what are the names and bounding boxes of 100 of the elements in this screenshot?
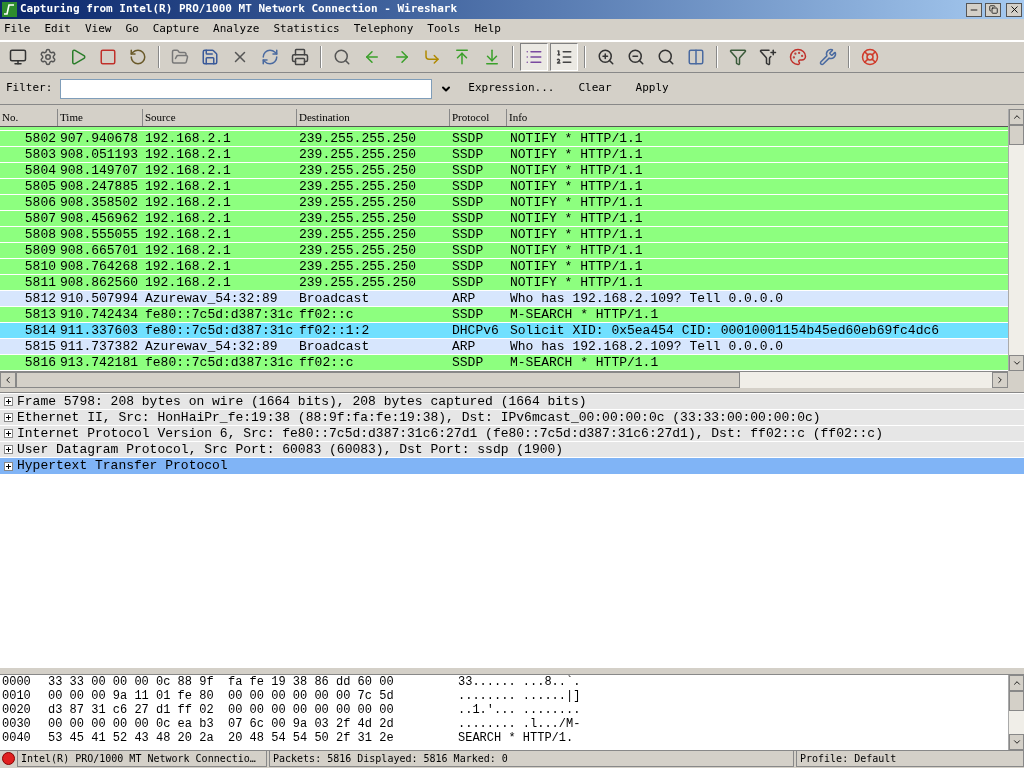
- menu-item[interactable]: Go: [125, 21, 139, 38]
- table-cell-text: SSDP: [451, 209, 485, 228]
- table-cell-text: SSDP: [451, 161, 485, 180]
- column-header[interactable]: Destination: [297, 109, 450, 126]
- hex-offset: 0010: [2, 689, 32, 703]
- expand-icon[interactable]: [4, 429, 13, 438]
- table-cell-text: 5812: [23, 289, 57, 308]
- ascii-text: SEARCH * HTTP/1.: [458, 731, 574, 745]
- packet-row[interactable]: 5813 910.742434 fe80::7c5d:d387:31c ff02::c SSDP M-SEARCH * HTTP/1.1: [0, 307, 1008, 323]
- table-cell-text: 910.742434: [59, 305, 139, 324]
- packet-row[interactable]: 5807 908.456962 192.168.2.1 239.255.255.250 SSDP NOTIFY * HTTP/1.1: [0, 211, 1008, 227]
- toolbar-button[interactable]: [550, 43, 578, 71]
- expand-icon[interactable]: [4, 445, 13, 454]
- column-header[interactable]: Info: [507, 109, 1008, 126]
- column-header[interactable]: Protocol: [450, 109, 507, 126]
- scrollbar[interactable]: [1008, 109, 1024, 371]
- menu-item[interactable]: Capture: [152, 21, 200, 38]
- table-cell-text: 192.168.2.1: [144, 193, 232, 212]
- hex-bytes: 00 00 00 9a 11 01 fe 80: [48, 689, 215, 703]
- packet-row[interactable]: 5812 910.507994 Azurewav_54:32:89 Broadcast ARP Who has 192.168.2.109? Tell 0.0.0.0: [0, 291, 1008, 307]
- hex-bytes: d3 87 31 c6 27 d1 ff 02: [48, 703, 215, 717]
- profile-status: Profile: Default: [796, 750, 1024, 767]
- hex-offset: 0000: [2, 675, 32, 689]
- table-cell-text: SSDP: [451, 241, 485, 260]
- list-icon: [525, 48, 543, 66]
- table-cell-text: SSDP: [451, 225, 485, 244]
- scrollbar-thumb[interactable]: [16, 372, 740, 388]
- table-cell-text: 5814: [23, 321, 57, 340]
- table-cell-text: 239.255.255.250: [298, 129, 418, 148]
- table-cell-text: 908.862560: [59, 273, 139, 292]
- table-cell-text: Solicit XID: 0x5ea454 CID: 00010001154b45ed60eb69fc4dc6: [509, 321, 940, 340]
- arrow-top-icon: [453, 48, 471, 66]
- table-cell-text: NOTIFY * HTTP/1.1: [509, 241, 643, 260]
- tree-item[interactable]: Hypertext Transfer Protocol: [0, 458, 1024, 474]
- table-cell-text: NOTIFY * HTTP/1.1: [509, 225, 643, 244]
- tree-item[interactable]: User Datagram Protocol, Src Port: 60083 (60083), Dst Port: ssdp (1900): [0, 442, 1024, 458]
- table-cell-text: DHCPv6: [451, 321, 500, 340]
- table-cell-text: Who has 192.168.2.109? Tell 0.0.0.0: [509, 289, 784, 308]
- toolbar-button[interactable]: [520, 43, 548, 71]
- expand-icon[interactable]: [4, 397, 13, 406]
- expand-icon[interactable]: [4, 461, 13, 471]
- packet-row[interactable]: 5806 908.358502 192.168.2.1 239.255.255.250 SSDP NOTIFY * HTTP/1.1: [0, 195, 1008, 211]
- stop-icon: [99, 48, 117, 66]
- tree-item[interactable]: Ethernet II, Src: HonHaiPr_fe:19:38 (88:9f:fa:fe:19:38), Dst: IPv6mcast_00:00:00:0c (33:33:00:00:00:0c): [0, 410, 1024, 426]
- scrollbar-thumb[interactable]: [1009, 691, 1024, 711]
- filter-field[interactable]: [60, 78, 433, 99]
- filter-action[interactable]: Expression...: [460, 78, 563, 99]
- scrollbar[interactable]: [1008, 675, 1024, 750]
- interface-status: Intel(R) PRO/1000 MT Network Connectio…: [17, 750, 267, 767]
- menu-item[interactable]: Statistics: [273, 21, 340, 38]
- ascii-text: 33...... ...8..`.: [458, 675, 581, 689]
- tree-item[interactable]: Internet Protocol Version 6, Src: fe80::7c5d:d387:31c6:27d1 (fe80::7c5d:d387:31c6:27d1), Dst: ff02::c (ff02::c): [0, 426, 1024, 442]
- expand-icon[interactable]: [4, 413, 13, 422]
- menu-item[interactable]: Analyze: [213, 21, 260, 38]
- packet-row[interactable]: 5809 908.665701 192.168.2.1 239.255.255.250 SSDP NOTIFY * HTTP/1.1: [0, 243, 1008, 259]
- filter-action[interactable]: Clear: [570, 78, 620, 99]
- menu-item[interactable]: Edit: [44, 21, 71, 38]
- reload-icon: [261, 48, 279, 66]
- packet-row[interactable]: 5811 908.862560 192.168.2.1 239.255.255.250 SSDP NOTIFY * HTTP/1.1: [0, 275, 1008, 291]
- packet-row[interactable]: 5802 907.940678 192.168.2.1 239.255.255.250 SSDP NOTIFY * HTTP/1.1: [0, 131, 1008, 147]
- table-cell-text: 5815: [23, 337, 57, 356]
- arrow-bottom-icon: [483, 48, 501, 66]
- menu-item[interactable]: Telephony: [353, 21, 414, 38]
- menu-item[interactable]: Tools: [427, 21, 461, 38]
- packet-row[interactable]: 5808 908.555055 192.168.2.1 239.255.255.250 SSDP NOTIFY * HTTP/1.1: [0, 227, 1008, 243]
- folder-icon: [171, 48, 189, 66]
- minimize-button[interactable]: [966, 2, 982, 17]
- menu-item[interactable]: Help: [474, 21, 501, 38]
- table-cell-text: 908.051193: [59, 145, 139, 164]
- capture-status-icon[interactable]: [2, 752, 15, 765]
- horizontal-scrollbar[interactable]: [0, 371, 1008, 388]
- table-cell-text: ARP: [451, 337, 477, 356]
- table-cell-text: 908.149707: [59, 161, 139, 180]
- packet-row[interactable]: 5805 908.247885 192.168.2.1 239.255.255.250 SSDP NOTIFY * HTTP/1.1: [0, 179, 1008, 195]
- restore-button[interactable]: [985, 2, 1001, 17]
- packet-row[interactable]: 5810 908.764268 192.168.2.1 239.255.255.250 SSDP NOTIFY * HTTP/1.1: [0, 259, 1008, 275]
- menu-item[interactable]: View: [85, 21, 112, 38]
- column-header[interactable]: Time: [58, 109, 143, 126]
- packet-row[interactable]: 5815 911.737382 Azurewav_54:32:89 Broadcast ARP Who has 192.168.2.109? Tell 0.0.0.0: [0, 339, 1008, 355]
- window-title: Capturing from Intel(R) PRO/1000 MT Network Connection - Wireshark: [20, 1, 458, 18]
- packet-row[interactable]: 5804 908.149707 192.168.2.1 239.255.255.250 SSDP NOTIFY * HTTP/1.1: [0, 163, 1008, 179]
- table-cell-text: 908.555055: [59, 225, 139, 244]
- packet-row[interactable]: 5803 908.051193 192.168.2.1 239.255.255.250 SSDP NOTIFY * HTTP/1.1: [0, 147, 1008, 163]
- column-header[interactable]: Source: [143, 109, 297, 126]
- hex-bytes: 00 00 00 00 00 00 7c 5d: [228, 689, 395, 703]
- scrollbar-thumb[interactable]: [1009, 125, 1024, 145]
- table-cell-text: NOTIFY * HTTP/1.1: [509, 257, 643, 276]
- menu-item[interactable]: File: [4, 21, 31, 38]
- packet-row[interactable]: 5816 913.742181 fe80::7c5d:d387:31c ff02::c SSDP M-SEARCH * HTTP/1.1: [0, 355, 1008, 371]
- zoom-in-icon: [597, 48, 615, 66]
- column-header[interactable]: No.: [0, 109, 58, 126]
- packet-count: Packets: 5816 Displayed: 5816 Marked: 0: [269, 750, 794, 767]
- arrow-down-icon: [1011, 737, 1022, 747]
- settings-icon: [39, 48, 57, 66]
- close-button[interactable]: [1006, 2, 1022, 17]
- table-cell-text: fe80::7c5d:d387:31c: [144, 321, 295, 340]
- table-cell-text: SSDP: [451, 145, 485, 164]
- packet-row[interactable]: 5814 911.337603 fe80::7c5d:d387:31c ff02::1:2 DHCPv6 Solicit XID: 0x5ea454 CID: 00010001154b45ed60eb69fc4dc6: [0, 323, 1008, 339]
- filter-action[interactable]: Apply: [627, 78, 677, 99]
- tree-item[interactable]: Frame 5798: 208 bytes on wire (1664 bits), 208 bytes captured (1664 bits): [0, 394, 1024, 410]
